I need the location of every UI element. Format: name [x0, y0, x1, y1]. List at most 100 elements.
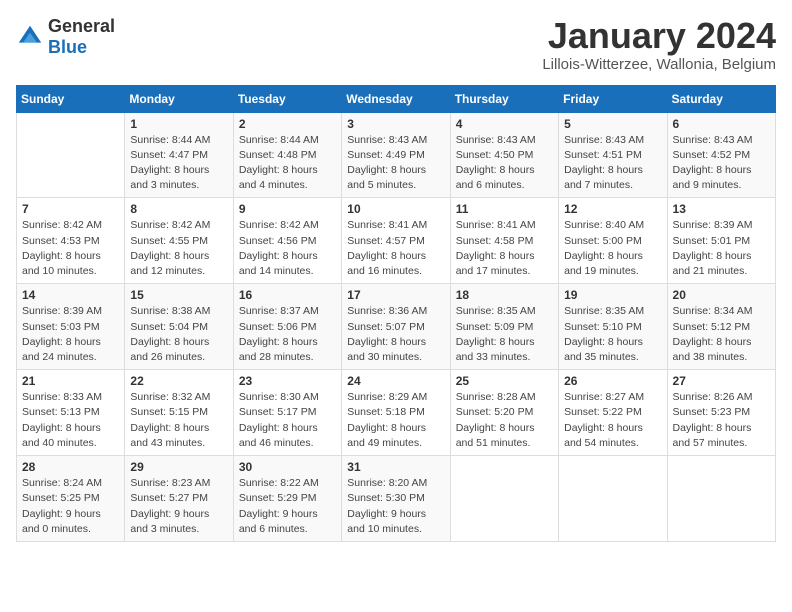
day-info: Sunrise: 8:26 AM Sunset: 5:23 PM Dayligh… [673, 390, 770, 451]
logo-general: General [48, 16, 115, 36]
day-number: 15 [130, 288, 227, 302]
day-info: Sunrise: 8:43 AM Sunset: 4:52 PM Dayligh… [673, 133, 770, 194]
calendar-cell: 17 Sunrise: 8:36 AM Sunset: 5:07 PM Dayli… [342, 284, 450, 370]
main-title: January 2024 [542, 16, 776, 56]
calendar-cell: 28Sunrise: 8:24 AM Sunset: 5:25 PM Dayli… [17, 456, 125, 542]
day-info: Sunrise: 8:37 AM Sunset: 5:06 PM Dayligh… [239, 304, 336, 365]
day-number: 28 [22, 460, 119, 474]
calendar-cell: 3 Sunrise: 8:43 AM Sunset: 4:49 PM Daylig… [342, 112, 450, 198]
header-monday: Monday [125, 85, 233, 112]
header-thursday: Thursday [450, 85, 558, 112]
day-number: 24 [347, 374, 444, 388]
calendar-week-row: 7 Sunrise: 8:42 AM Sunset: 4:53 PM Daylig… [17, 198, 776, 284]
day-number: 16 [239, 288, 336, 302]
calendar-cell: 24 Sunrise: 8:29 AM Sunset: 5:18 PM Dayli… [342, 370, 450, 456]
calendar-week-row: 14 Sunrise: 8:39 AM Sunset: 5:03 PM Dayli… [17, 284, 776, 370]
day-info: Sunrise: 8:39 AM Sunset: 5:03 PM Dayligh… [22, 304, 119, 365]
calendar-cell: 15 Sunrise: 8:38 AM Sunset: 5:04 PM Dayli… [125, 284, 233, 370]
calendar-cell: 4Sunrise: 8:43 AM Sunset: 4:50 PM Daylig… [450, 112, 558, 198]
calendar-week-row: 28Sunrise: 8:24 AM Sunset: 5:25 PM Dayli… [17, 456, 776, 542]
day-number: 1 [130, 117, 227, 131]
calendar-cell: 23Sunrise: 8:30 AM Sunset: 5:17 PM Dayli… [233, 370, 341, 456]
logo-text: General Blue [48, 16, 115, 58]
subtitle: Lillois-Witterzee, Wallonia, Belgium [542, 56, 776, 73]
calendar-cell: 2 Sunrise: 8:44 AM Sunset: 4:48 PM Daylig… [233, 112, 341, 198]
day-number: 10 [347, 202, 444, 216]
calendar-cell: 30 Sunrise: 8:22 AM Sunset: 5:29 PM Dayli… [233, 456, 341, 542]
day-info: Sunrise: 8:35 AM Sunset: 5:10 PM Dayligh… [564, 304, 661, 365]
day-number: 12 [564, 202, 661, 216]
calendar-cell: 8Sunrise: 8:42 AM Sunset: 4:55 PM Daylig… [125, 198, 233, 284]
day-number: 13 [673, 202, 770, 216]
day-info: Sunrise: 8:38 AM Sunset: 5:04 PM Dayligh… [130, 304, 227, 365]
day-info: Sunrise: 8:29 AM Sunset: 5:18 PM Dayligh… [347, 390, 444, 451]
calendar-header-row: Sunday Monday Tuesday Wednesday Thursday… [17, 85, 776, 112]
day-number: 23 [239, 374, 336, 388]
calendar-cell: 16 Sunrise: 8:37 AM Sunset: 5:06 PM Dayli… [233, 284, 341, 370]
day-number: 9 [239, 202, 336, 216]
calendar-week-row: 1 Sunrise: 8:44 AM Sunset: 4:47 PM Daylig… [17, 112, 776, 198]
day-info: Sunrise: 8:44 AM Sunset: 4:48 PM Dayligh… [239, 133, 336, 194]
calendar-cell: 22 Sunrise: 8:32 AM Sunset: 5:15 PM Dayli… [125, 370, 233, 456]
day-number: 25 [456, 374, 553, 388]
day-number: 27 [673, 374, 770, 388]
day-info: Sunrise: 8:27 AM Sunset: 5:22 PM Dayligh… [564, 390, 661, 451]
day-number: 21 [22, 374, 119, 388]
calendar-cell: 12 Sunrise: 8:40 AM Sunset: 5:00 PM Dayli… [559, 198, 667, 284]
day-info: Sunrise: 8:39 AM Sunset: 5:01 PM Dayligh… [673, 218, 770, 279]
calendar-cell: 5Sunrise: 8:43 AM Sunset: 4:51 PM Daylig… [559, 112, 667, 198]
day-info: Sunrise: 8:35 AM Sunset: 5:09 PM Dayligh… [456, 304, 553, 365]
day-number: 20 [673, 288, 770, 302]
day-number: 29 [130, 460, 227, 474]
calendar-cell: 10 Sunrise: 8:41 AM Sunset: 4:57 PM Dayli… [342, 198, 450, 284]
day-info: Sunrise: 8:44 AM Sunset: 4:47 PM Dayligh… [130, 133, 227, 194]
day-number: 6 [673, 117, 770, 131]
day-info: Sunrise: 8:40 AM Sunset: 5:00 PM Dayligh… [564, 218, 661, 279]
day-number: 31 [347, 460, 444, 474]
day-number: 17 [347, 288, 444, 302]
day-info: Sunrise: 8:42 AM Sunset: 4:56 PM Dayligh… [239, 218, 336, 279]
calendar-cell [559, 456, 667, 542]
calendar-cell: 7 Sunrise: 8:42 AM Sunset: 4:53 PM Daylig… [17, 198, 125, 284]
calendar-cell: 19Sunrise: 8:35 AM Sunset: 5:10 PM Dayli… [559, 284, 667, 370]
day-info: Sunrise: 8:43 AM Sunset: 4:51 PM Dayligh… [564, 133, 661, 194]
day-info: Sunrise: 8:32 AM Sunset: 5:15 PM Dayligh… [130, 390, 227, 451]
day-info: Sunrise: 8:43 AM Sunset: 4:49 PM Dayligh… [347, 133, 444, 194]
calendar-cell: 6 Sunrise: 8:43 AM Sunset: 4:52 PM Daylig… [667, 112, 775, 198]
day-info: Sunrise: 8:42 AM Sunset: 4:55 PM Dayligh… [130, 218, 227, 279]
day-number: 7 [22, 202, 119, 216]
day-number: 3 [347, 117, 444, 131]
day-info: Sunrise: 8:36 AM Sunset: 5:07 PM Dayligh… [347, 304, 444, 365]
header-sunday: Sunday [17, 85, 125, 112]
calendar-cell: 11Sunrise: 8:41 AM Sunset: 4:58 PM Dayli… [450, 198, 558, 284]
day-number: 26 [564, 374, 661, 388]
logo-icon [16, 23, 44, 51]
day-info: Sunrise: 8:22 AM Sunset: 5:29 PM Dayligh… [239, 476, 336, 537]
calendar-cell: 29 Sunrise: 8:23 AM Sunset: 5:27 PM Dayli… [125, 456, 233, 542]
logo-blue: Blue [48, 37, 87, 57]
day-number: 30 [239, 460, 336, 474]
calendar-cell [450, 456, 558, 542]
calendar-cell: 25 Sunrise: 8:28 AM Sunset: 5:20 PM Dayli… [450, 370, 558, 456]
calendar-cell: 18 Sunrise: 8:35 AM Sunset: 5:09 PM Dayli… [450, 284, 558, 370]
day-info: Sunrise: 8:41 AM Sunset: 4:57 PM Dayligh… [347, 218, 444, 279]
page-header: General Blue January 2024 Lillois-Witter… [16, 16, 776, 73]
header-tuesday: Tuesday [233, 85, 341, 112]
calendar-cell: 9 Sunrise: 8:42 AM Sunset: 4:56 PM Daylig… [233, 198, 341, 284]
calendar-table: Sunday Monday Tuesday Wednesday Thursday… [16, 85, 776, 542]
header-wednesday: Wednesday [342, 85, 450, 112]
day-info: Sunrise: 8:28 AM Sunset: 5:20 PM Dayligh… [456, 390, 553, 451]
day-number: 14 [22, 288, 119, 302]
day-number: 2 [239, 117, 336, 131]
logo: General Blue [16, 16, 115, 58]
title-area: January 2024 Lillois-Witterzee, Wallonia… [542, 16, 776, 73]
day-info: Sunrise: 8:43 AM Sunset: 4:50 PM Dayligh… [456, 133, 553, 194]
day-info: Sunrise: 8:42 AM Sunset: 4:53 PM Dayligh… [22, 218, 119, 279]
calendar-cell [17, 112, 125, 198]
calendar-cell [667, 456, 775, 542]
day-number: 18 [456, 288, 553, 302]
day-number: 22 [130, 374, 227, 388]
day-info: Sunrise: 8:23 AM Sunset: 5:27 PM Dayligh… [130, 476, 227, 537]
calendar-cell: 26 Sunrise: 8:27 AM Sunset: 5:22 PM Dayli… [559, 370, 667, 456]
calendar-cell: 21Sunrise: 8:33 AM Sunset: 5:13 PM Dayli… [17, 370, 125, 456]
